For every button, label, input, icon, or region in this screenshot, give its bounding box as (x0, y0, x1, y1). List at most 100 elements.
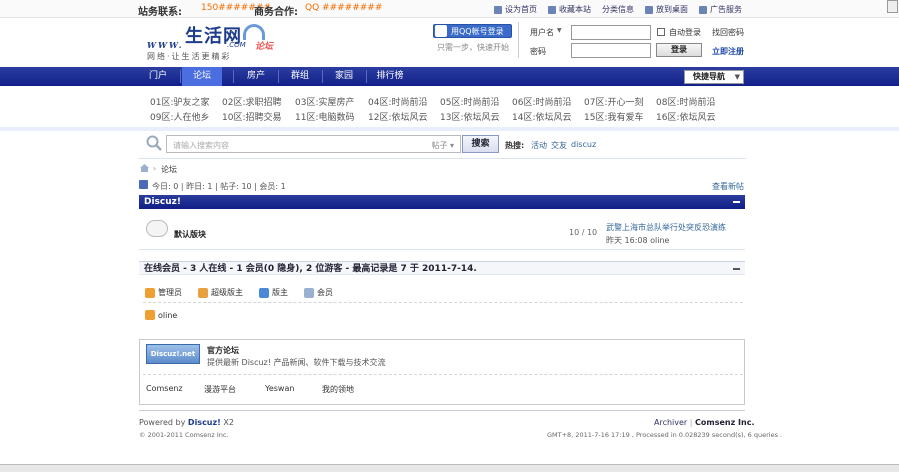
top-links: 设为首页 收藏本站 分类信息 放到桌面 广告服务 (494, 4, 742, 15)
partner-link[interactable]: Yeswan (265, 384, 294, 393)
zone-link[interactable]: 14区:依坛风云 (512, 110, 572, 123)
admin-user-icon (145, 287, 155, 298)
zone-link[interactable]: 12区:依坛风云 (368, 110, 428, 123)
register-link[interactable]: 立即注册 (712, 46, 744, 57)
search-divider (138, 158, 746, 159)
classified-link[interactable]: 分类信息 (602, 4, 634, 15)
legend-super-moderator: 超级版主 (198, 287, 243, 298)
chart-icon (139, 180, 148, 189)
search-placeholder: 请输入搜索内容 (173, 141, 229, 150)
zone-link[interactable]: 01区:驴友之家 (150, 95, 210, 108)
password-input[interactable] (571, 43, 651, 58)
main-nav: 门户 论坛 房产 群组 家园 排行榜 (0, 67, 899, 86)
hot-search-label: 热搜: (505, 141, 525, 150)
top-bar: 站务联系: 150####### 商务合作: QQ ######## 设为首页 … (0, 0, 899, 18)
set-homepage-link[interactable]: 设为首页 (494, 4, 537, 15)
nav-item-forum[interactable]: 论坛 (182, 67, 222, 86)
legend-moderator: 版主 (259, 287, 288, 298)
member-user-icon (304, 287, 314, 298)
scrollbar-up-button[interactable] (887, 0, 898, 13)
legend-divider (143, 302, 743, 303)
partner-link[interactable]: Comsenz (146, 384, 183, 393)
username-input[interactable] (571, 25, 651, 40)
hot-search-link[interactable]: 活动 (531, 140, 547, 151)
hot-search-link[interactable]: 交友 (551, 140, 567, 151)
qq-icon (435, 25, 447, 37)
zone-link[interactable]: 05区:时尚前沿 (440, 95, 500, 108)
ad-service-link[interactable]: 广告服务 (699, 4, 742, 15)
zone-link[interactable]: 15区:我有爱车 (584, 110, 644, 123)
username-type-arrow-icon[interactable]: ▼ (557, 27, 562, 34)
zone-divider (0, 127, 899, 131)
logo-www: WWW. (147, 40, 184, 50)
last-post-link[interactable]: 武警上海市总队举行处突反恐演练 (606, 222, 726, 233)
online-title: 在线会员 - 3 人在线 - 1 会员(0 隐身), 2 位游客 - 最高记录是… (144, 264, 477, 274)
view-new-posts-link[interactable]: 查看新帖 (712, 181, 744, 192)
quick-nav-label: 快捷导航 (693, 72, 725, 81)
nav-divider (180, 70, 181, 83)
partner-logo[interactable]: Discuz!.net (146, 344, 200, 364)
zone-link[interactable]: 09区:人在他乡 (150, 110, 210, 123)
business-label: 商务合作: (254, 7, 298, 18)
search-input[interactable]: 请输入搜索内容 帖子 ▾ (166, 135, 461, 153)
discuz-link[interactable]: Discuz! (188, 418, 221, 427)
collapse-icon[interactable] (733, 201, 740, 203)
archiver-link[interactable]: Archiver (654, 418, 687, 427)
desktop-link[interactable]: 放到桌面 (645, 4, 688, 15)
zone-link[interactable]: 11区:电脑数码 (295, 110, 355, 123)
search-button[interactable]: 搜索 (462, 135, 499, 153)
nav-item-portal[interactable]: 门户 (138, 67, 178, 86)
find-password-link[interactable]: 找回密码 (712, 27, 744, 38)
auto-login-checkbox[interactable] (657, 28, 665, 36)
site-logo[interactable]: 生活网 WWW. .COM 论坛 网络·让生活更精彩 (145, 22, 290, 64)
password-label: 密码 (530, 47, 546, 56)
forum-name-link[interactable]: 默认版块 (174, 229, 206, 240)
nav-item-groups[interactable]: 群组 (280, 67, 320, 86)
bookmark-link[interactable]: 收藏本站 (548, 4, 591, 15)
online-user[interactable]: oline (145, 310, 177, 320)
partner-link[interactable]: 我的领地 (322, 384, 354, 395)
zone-link[interactable]: 03区:实屋房产 (295, 95, 355, 108)
footer-divider (139, 410, 745, 411)
zone-link[interactable]: 16区:依坛风云 (656, 110, 716, 123)
zone-link[interactable]: 06区:时尚前沿 (512, 95, 572, 108)
desktop-icon (645, 5, 653, 14)
zone-link[interactable]: 04区:时尚前沿 (368, 95, 428, 108)
breadcrumb[interactable]: 论坛 (161, 164, 177, 175)
person-icon (699, 5, 707, 14)
forum-bubble-icon (146, 220, 168, 237)
horizontal-scrollbar[interactable] (0, 464, 899, 472)
partner-link[interactable]: 漫游平台 (204, 384, 236, 395)
quick-nav-button[interactable]: 快捷导航 ▼ (684, 70, 744, 84)
partner-divider (143, 374, 743, 375)
moderator-user-icon (259, 287, 269, 298)
zone-links: 01区:驴友之家 02区:求职招聘 03区:实屋房产 04区:时尚前沿 05区:… (138, 89, 746, 129)
online-members-header[interactable]: 在线会员 - 3 人在线 - 1 会员(0 隐身), 2 位游客 - 最高记录是… (139, 261, 745, 275)
nav-divider (278, 70, 279, 83)
login-button[interactable]: 登录 (656, 43, 702, 57)
partner-description: 提供最新 Discuz! 产品新闻、软件下载与技术交流 (207, 358, 386, 367)
zone-link[interactable]: 07区:开心一刻 (584, 95, 644, 108)
zone-link[interactable]: 13区:依坛风云 (440, 110, 500, 123)
collapse-icon[interactable] (733, 268, 740, 270)
company-link[interactable]: Comsenz Inc. (695, 418, 754, 427)
hot-search-link[interactable]: discuz (571, 140, 596, 149)
home-icon[interactable] (140, 164, 149, 172)
qq-login-button[interactable]: 用QQ帐号登录 (433, 24, 512, 38)
search-type-select[interactable]: 帖子 ▾ (431, 140, 454, 151)
nav-item-ranking[interactable]: 排行榜 (368, 67, 412, 86)
zone-link[interactable]: 02区:求职招聘 (222, 95, 282, 108)
zone-link[interactable]: 10区:招聘交易 (222, 110, 282, 123)
logo-com: .COM (227, 41, 246, 49)
zone-link[interactable]: 08区:时尚前沿 (656, 95, 716, 108)
powered-by: Powered by Discuz! X2 (139, 418, 234, 427)
breadcrumb-separator-icon: › (153, 164, 157, 173)
nav-item-home[interactable]: 家园 (324, 67, 364, 86)
last-post-meta: 昨天 16:08 oline (606, 236, 670, 245)
partner-name-link[interactable]: 官方论坛 (207, 345, 239, 356)
nav-item-house[interactable]: 房产 (236, 67, 276, 86)
logo-arc-icon (243, 24, 265, 40)
auto-login-label: 自动登录 (669, 28, 701, 37)
footer-separator: | (689, 418, 693, 427)
discuz-category-header[interactable]: Discuz! (139, 195, 745, 209)
